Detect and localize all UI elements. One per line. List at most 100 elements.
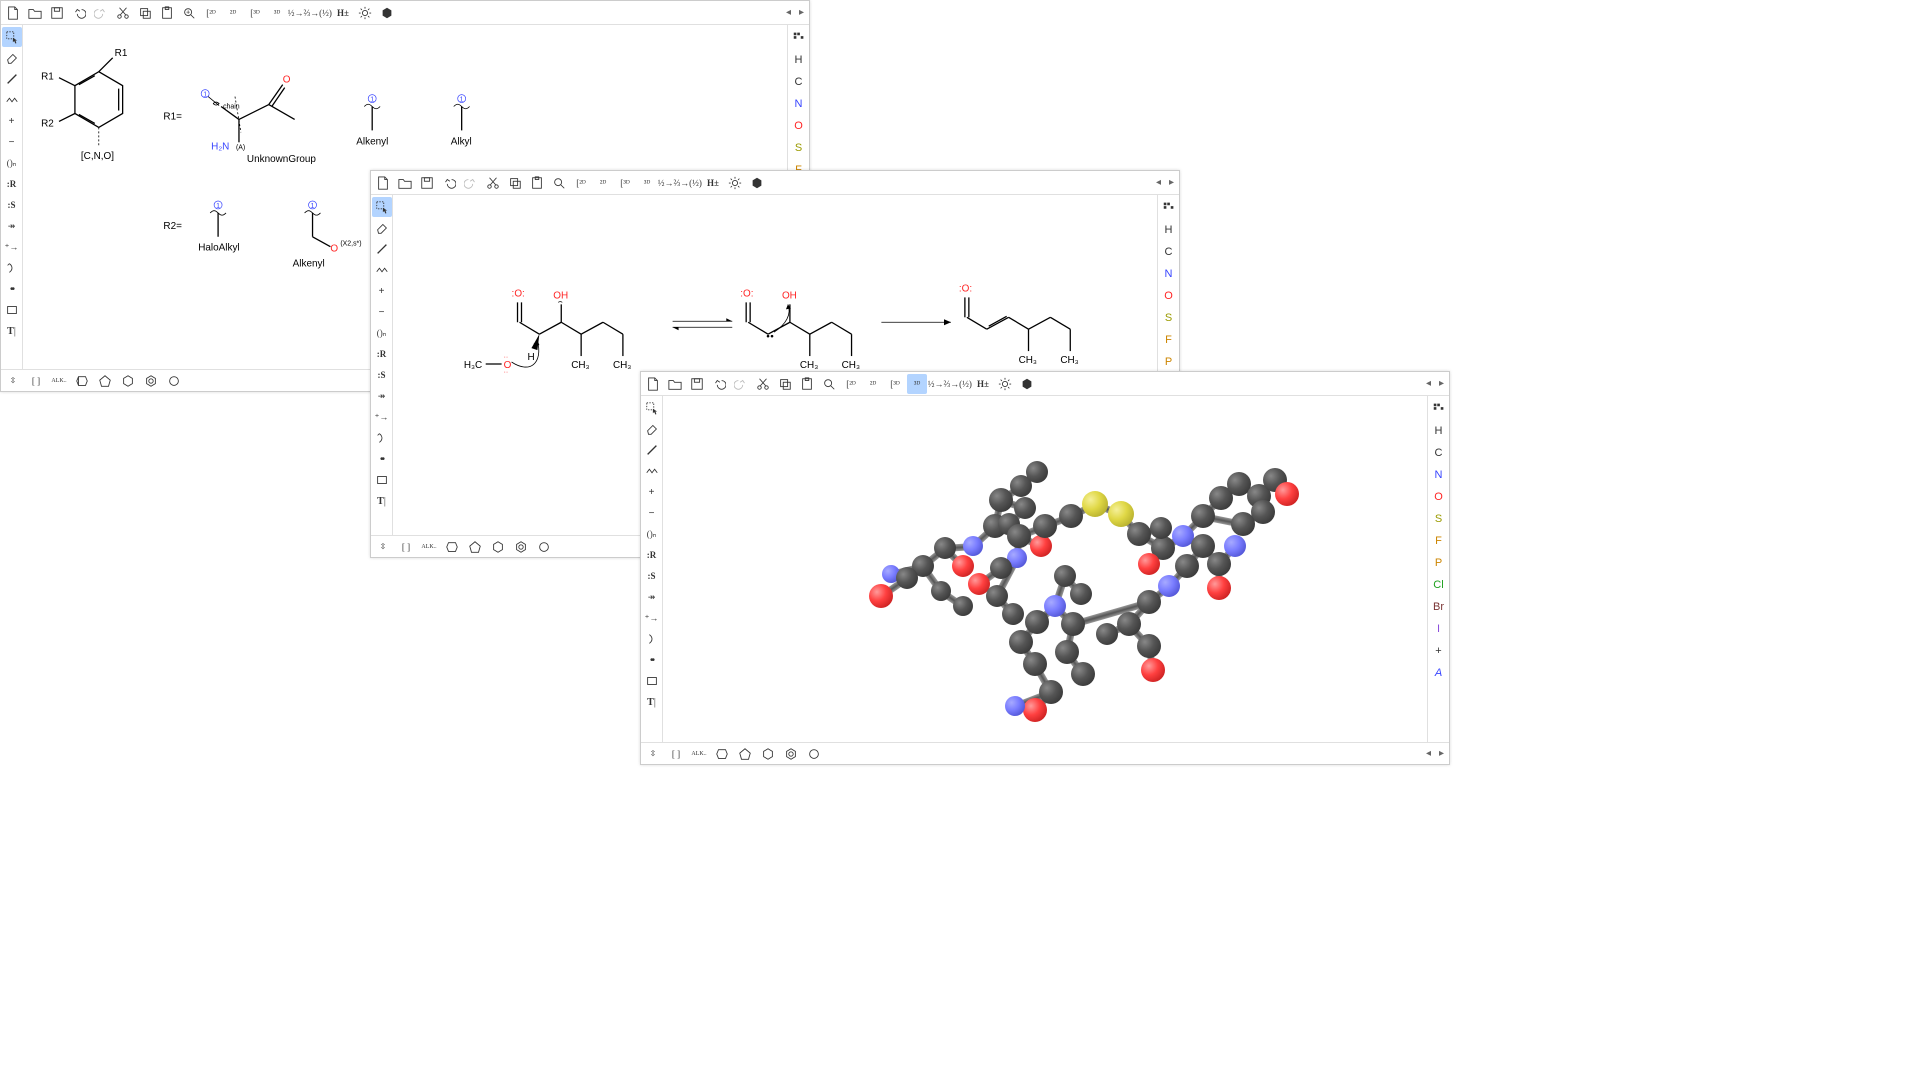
element-P[interactable]: P: [1160, 353, 1178, 371]
element-N[interactable]: N: [1160, 265, 1178, 283]
chain-tool[interactable]: [372, 260, 392, 280]
element-custom[interactable]: +: [1430, 642, 1448, 660]
element-S[interactable]: S: [1160, 309, 1178, 327]
canvas-area-3[interactable]: [663, 396, 1427, 742]
charge-plus-tool[interactable]: +: [642, 482, 662, 502]
hydrogens-button[interactable]: H±: [703, 173, 723, 193]
cycloheptane-template[interactable]: [164, 371, 184, 391]
bond-tool[interactable]: [642, 440, 662, 460]
new-button[interactable]: [373, 173, 393, 193]
sgroup-tool[interactable]: :S: [642, 566, 662, 586]
settings-button[interactable]: [725, 173, 745, 193]
benzene-template[interactable]: [781, 744, 801, 764]
chain-tool[interactable]: [642, 461, 662, 481]
frame-tool[interactable]: [2, 300, 22, 320]
periodic-table-button[interactable]: [1429, 398, 1449, 418]
template-4[interactable]: [72, 371, 92, 391]
help-button[interactable]: [1017, 374, 1037, 394]
hydrogens-button[interactable]: H±: [333, 3, 353, 23]
benzene-template[interactable]: [511, 537, 531, 557]
cyclohexane-template[interactable]: [118, 371, 138, 391]
mapping-tool[interactable]: [372, 428, 392, 448]
cycloheptane-template[interactable]: [804, 744, 824, 764]
layout2d-button[interactable]: ²ᴰ: [593, 173, 613, 193]
text-tool[interactable]: T|: [642, 692, 662, 712]
cut-button[interactable]: [483, 173, 503, 193]
cyclohexane-template[interactable]: [758, 744, 778, 764]
sgroup-tool[interactable]: :S: [2, 195, 22, 215]
bracket-template[interactable]: [ ]: [666, 744, 686, 764]
clean3d-button[interactable]: [³ᴰ: [615, 173, 635, 193]
copy-button[interactable]: [135, 3, 155, 23]
undo-button[interactable]: [439, 173, 459, 193]
clean3d-button[interactable]: [³ᴰ: [245, 3, 265, 23]
cycloheptane-template[interactable]: [534, 537, 554, 557]
text-tool[interactable]: T|: [2, 321, 22, 341]
nav-arrows[interactable]: ◂▸: [783, 5, 807, 20]
template-4[interactable]: [712, 744, 732, 764]
erase-tool[interactable]: [2, 48, 22, 68]
bracket-tool[interactable]: ()ₙ: [2, 153, 22, 173]
redo-button[interactable]: [461, 173, 481, 193]
frame-tool[interactable]: [372, 470, 392, 490]
paste-button[interactable]: [157, 3, 177, 23]
erase-tool[interactable]: [642, 419, 662, 439]
bracket-template[interactable]: [ ]: [396, 537, 416, 557]
element-I[interactable]: I: [1430, 620, 1448, 638]
dearomatize-button[interactable]: →(½): [951, 374, 971, 394]
nav-arrows-bottom[interactable]: ◂▸: [1423, 746, 1447, 761]
expand-button[interactable]: ⇳: [373, 537, 393, 557]
alk-template[interactable]: ALK..: [49, 371, 69, 391]
element-H[interactable]: H: [1160, 221, 1178, 239]
select-tool[interactable]: [372, 197, 392, 217]
alk-template[interactable]: ALK..: [419, 537, 439, 557]
sgroup-tool[interactable]: :S: [372, 365, 392, 385]
undo-button[interactable]: [69, 3, 89, 23]
save-button[interactable]: [47, 3, 67, 23]
expand-button[interactable]: ⇳: [3, 371, 23, 391]
expand-button[interactable]: ⇳: [643, 744, 663, 764]
settings-button[interactable]: [995, 374, 1015, 394]
open-button[interactable]: [665, 374, 685, 394]
settings-button[interactable]: [355, 3, 375, 23]
hydrogens-button[interactable]: H±: [973, 374, 993, 394]
aromatize-button[interactable]: ½→⅔: [659, 173, 679, 193]
element-F[interactable]: F: [1430, 532, 1448, 550]
electron-pair-tool[interactable]: ••: [372, 449, 392, 469]
chain-tool[interactable]: [2, 90, 22, 110]
zoom-fit-button[interactable]: [179, 3, 199, 23]
layout3d-button[interactable]: ³ᴰ: [637, 173, 657, 193]
clean2d-button[interactable]: [²ᴰ: [841, 374, 861, 394]
element-S[interactable]: S: [790, 139, 808, 157]
element-C[interactable]: C: [1160, 243, 1178, 261]
clean2d-button[interactable]: [²ᴰ: [201, 3, 221, 23]
redo-button[interactable]: [731, 374, 751, 394]
copy-button[interactable]: [775, 374, 795, 394]
redo-button[interactable]: [91, 3, 111, 23]
element-O[interactable]: O: [1430, 488, 1448, 506]
plus-tool[interactable]: ⁺→: [642, 608, 662, 628]
erase-tool[interactable]: [372, 218, 392, 238]
cut-button[interactable]: [753, 374, 773, 394]
aromatize-button[interactable]: ½→⅔: [289, 3, 309, 23]
element-any[interactable]: A: [1430, 664, 1448, 682]
element-Br[interactable]: Br: [1430, 598, 1448, 616]
frame-tool[interactable]: [642, 671, 662, 691]
bond-tool[interactable]: [2, 69, 22, 89]
clean2d-button[interactable]: [²ᴰ: [571, 173, 591, 193]
element-F[interactable]: F: [1160, 331, 1178, 349]
bracket-tool[interactable]: ()ₙ: [642, 524, 662, 544]
template-4[interactable]: [442, 537, 462, 557]
select-tool[interactable]: [642, 398, 662, 418]
rgroup-tool[interactable]: :R: [642, 545, 662, 565]
arrow-tool[interactable]: ↠: [2, 216, 22, 236]
layout2d-button[interactable]: ²ᴰ: [863, 374, 883, 394]
element-N[interactable]: N: [1430, 466, 1448, 484]
paste-button[interactable]: [527, 173, 547, 193]
paste-button[interactable]: [797, 374, 817, 394]
element-C[interactable]: C: [790, 73, 808, 91]
plus-tool[interactable]: ⁺→: [372, 407, 392, 427]
select-tool[interactable]: [2, 27, 22, 47]
mapping-tool[interactable]: [642, 629, 662, 649]
layout2d-button[interactable]: ²ᴰ: [223, 3, 243, 23]
